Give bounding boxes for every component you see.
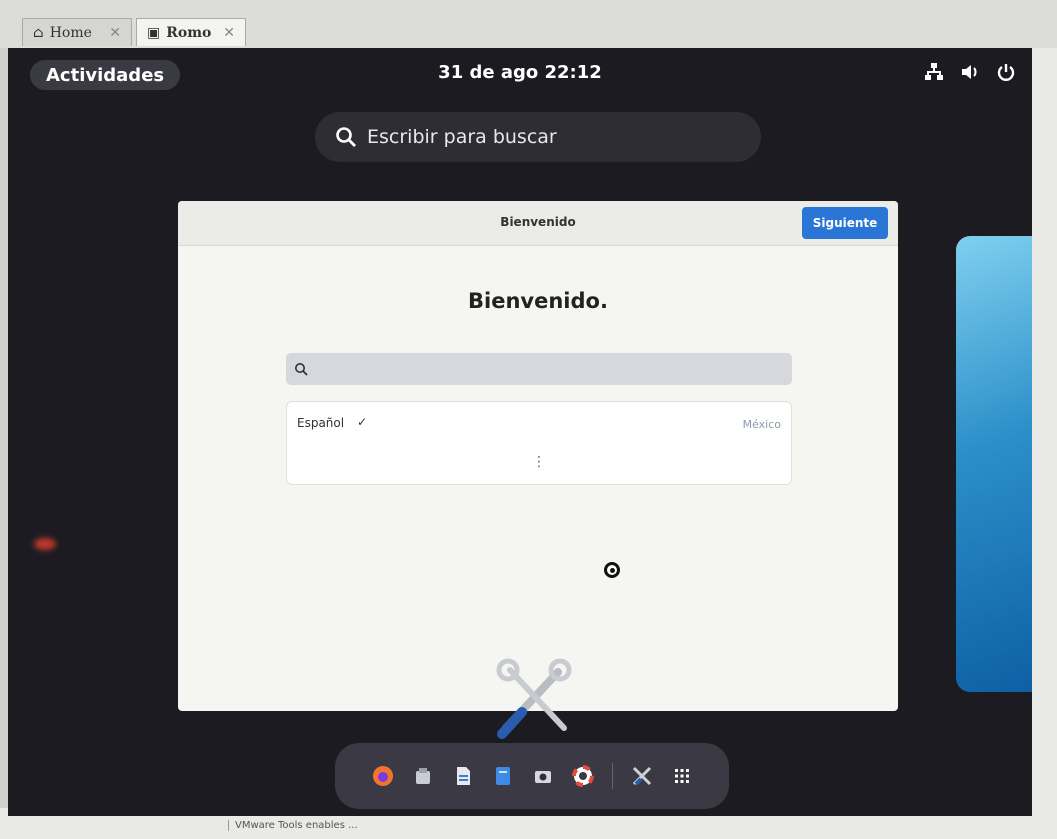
language-name: Español <box>297 416 345 430</box>
vmware-tab-strip: ⌂ Home ✕ ▣ Romo ✕ <box>0 0 1057 48</box>
list-item[interactable]: Español ✓ México <box>287 412 791 436</box>
left-panel-edge <box>0 48 8 808</box>
app-grid-icon[interactable] <box>671 765 693 787</box>
welcome-heading: Bienvenido. <box>468 289 608 313</box>
window-title: Bienvenido <box>500 215 576 229</box>
search-icon <box>295 363 308 376</box>
text-editor-icon[interactable] <box>452 765 474 787</box>
check-icon: ✓ <box>357 415 368 429</box>
search-icon <box>336 127 356 147</box>
vmware-status-bar: VMware Tools enables ... <box>228 820 358 831</box>
system-tray[interactable] <box>924 62 1016 82</box>
more-languages-button[interactable]: ⋮ <box>287 454 791 470</box>
tab-romo[interactable]: ▣ Romo ✕ <box>136 18 246 46</box>
tools-icon[interactable] <box>631 765 653 787</box>
search-placeholder: Escribir para buscar <box>367 126 557 148</box>
home-icon: ⌂ <box>33 24 44 41</box>
tab-home[interactable]: ⌂ Home ✕ <box>22 18 132 46</box>
dash-separator <box>611 763 613 789</box>
wallpaper-glint <box>34 538 56 550</box>
dash <box>335 743 729 809</box>
close-icon[interactable]: ✕ <box>109 25 121 41</box>
help-icon[interactable] <box>571 765 594 787</box>
vm-icon: ▣ <box>147 24 161 41</box>
tab-home-label: Home <box>49 24 92 41</box>
language-list: Español ✓ México ⋮ <box>286 401 792 485</box>
files-icon[interactable] <box>412 765 434 787</box>
network-icon[interactable] <box>924 62 944 82</box>
gnome-screen: Actividades 31 de ago 22:12 Escribir par… <box>8 48 1032 816</box>
next-button[interactable]: Siguiente <box>802 207 888 239</box>
camera-icon[interactable] <box>532 765 554 787</box>
firefox-icon[interactable] <box>372 765 394 787</box>
close-icon[interactable]: ✕ <box>223 25 235 41</box>
welcome-window-thumbnail[interactable]: Bienvenido Siguiente Bienvenido. Español… <box>178 201 898 711</box>
document-icon[interactable] <box>492 765 514 787</box>
power-icon[interactable] <box>996 62 1016 82</box>
top-bar: Actividades 31 de ago 22:12 <box>8 48 1032 98</box>
workspace-preview[interactable] <box>956 236 1032 692</box>
mouse-cursor <box>604 562 620 578</box>
tab-romo-label: Romo <box>166 24 212 41</box>
volume-icon[interactable] <box>960 62 980 82</box>
language-search-input[interactable] <box>286 353 792 385</box>
clock[interactable]: 31 de ago 22:12 <box>8 62 1032 83</box>
overview-search[interactable]: Escribir para buscar <box>315 112 761 162</box>
window-headerbar: Bienvenido Siguiente <box>178 201 898 246</box>
language-region: México <box>742 418 781 431</box>
tools-icon <box>496 658 572 739</box>
